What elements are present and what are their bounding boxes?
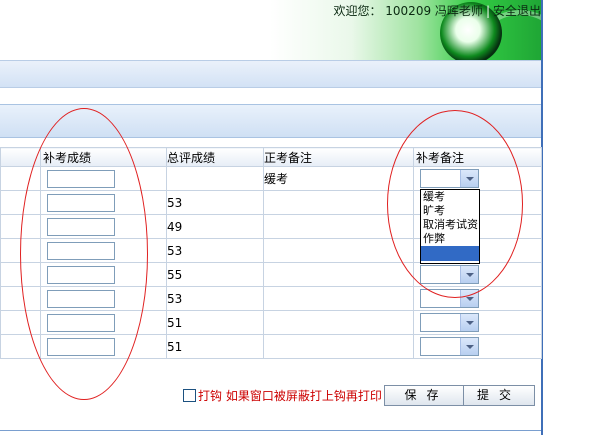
hint-text: 如果窗口被屏蔽打上钩再打印 (225, 389, 382, 403)
logout-link[interactable]: 安全退出 (493, 4, 541, 18)
dropdown-option[interactable]: 旷考 (421, 204, 479, 218)
regular-remark: 缓考 (263, 166, 414, 191)
table-header-row: 补考成绩 总评成绩 正考备注 补考备注 (0, 147, 542, 167)
welcome-label: 欢迎您： (333, 4, 382, 18)
header-regular-remark: 正考备注 (263, 147, 414, 167)
regular-remark (263, 334, 414, 359)
makeup-score-input[interactable] (47, 337, 115, 356)
table-row: 55 (0, 262, 542, 287)
chevron-down-icon[interactable] (460, 314, 478, 331)
makeup-remark-select[interactable] (420, 313, 479, 332)
makeup-remark-select[interactable] (420, 337, 479, 356)
total-score: 51 (166, 334, 264, 359)
table-row: 51 (0, 334, 542, 359)
header-makeup-remark: 补考备注 (413, 147, 542, 167)
user-bar-separator: | (485, 4, 490, 18)
dropdown-option[interactable]: 缓考 (421, 190, 479, 204)
header-total-score: 总评成绩 (166, 147, 264, 167)
makeup-remark-select[interactable] (420, 265, 479, 284)
regular-remark (263, 286, 414, 311)
makeup-score-input[interactable] (47, 313, 115, 332)
regular-remark (263, 310, 414, 335)
table-row: 53 (0, 286, 542, 311)
total-score: 53 (166, 190, 264, 215)
window-right-area (543, 0, 606, 435)
regular-remark (263, 238, 414, 263)
makeup-score-input[interactable] (47, 193, 115, 212)
table-row: 缓考 (0, 166, 542, 191)
total-score: 55 (166, 262, 264, 287)
regular-remark (263, 190, 414, 215)
total-score: 53 (166, 286, 264, 311)
print-hint: 打钩 如果窗口被屏蔽打上钩再打印 (198, 387, 382, 404)
hook-label: 打钩 (198, 389, 223, 403)
print-hook-checkbox[interactable] (183, 389, 196, 402)
makeup-score-input[interactable] (47, 217, 115, 236)
makeup-score-input[interactable] (47, 169, 115, 188)
chevron-down-icon[interactable] (460, 290, 478, 307)
header-makeup-score: 补考成绩 (40, 147, 167, 167)
user-name: 冯晖老师 (434, 4, 483, 18)
header-cell-leading (0, 147, 41, 167)
total-score: 49 (166, 214, 264, 239)
makeup-score-input[interactable] (47, 289, 115, 308)
toolbar-band (0, 60, 541, 88)
table-row: 51 (0, 310, 542, 335)
dropdown-option[interactable]: 取消考试资 (421, 218, 479, 232)
regular-remark (263, 262, 414, 287)
makeup-score-input[interactable] (47, 265, 115, 284)
save-button[interactable]: 保存 (384, 385, 469, 406)
bottom-border (0, 430, 541, 431)
dropdown-option-selected[interactable] (421, 246, 479, 261)
section-header-band (0, 104, 541, 138)
chevron-down-icon[interactable] (460, 266, 478, 283)
makeup-remark-select[interactable] (420, 289, 479, 308)
submit-button[interactable]: 提交 (463, 385, 535, 406)
user-bar: 欢迎您： 100209 冯晖老师 | 安全退出 (333, 2, 541, 19)
dropdown-option[interactable]: 作弊 (421, 232, 479, 246)
user-id: 100209 (385, 4, 432, 18)
total-score: 51 (166, 310, 264, 335)
makeup-score-input[interactable] (47, 241, 115, 260)
chevron-down-icon[interactable] (460, 338, 478, 355)
regular-remark (263, 214, 414, 239)
total-score (166, 166, 264, 191)
makeup-remark-select[interactable] (420, 169, 479, 188)
remark-dropdown-list[interactable]: 缓考 旷考 取消考试资 作弊 (420, 189, 480, 264)
chevron-down-icon[interactable] (460, 170, 478, 187)
total-score: 53 (166, 238, 264, 263)
